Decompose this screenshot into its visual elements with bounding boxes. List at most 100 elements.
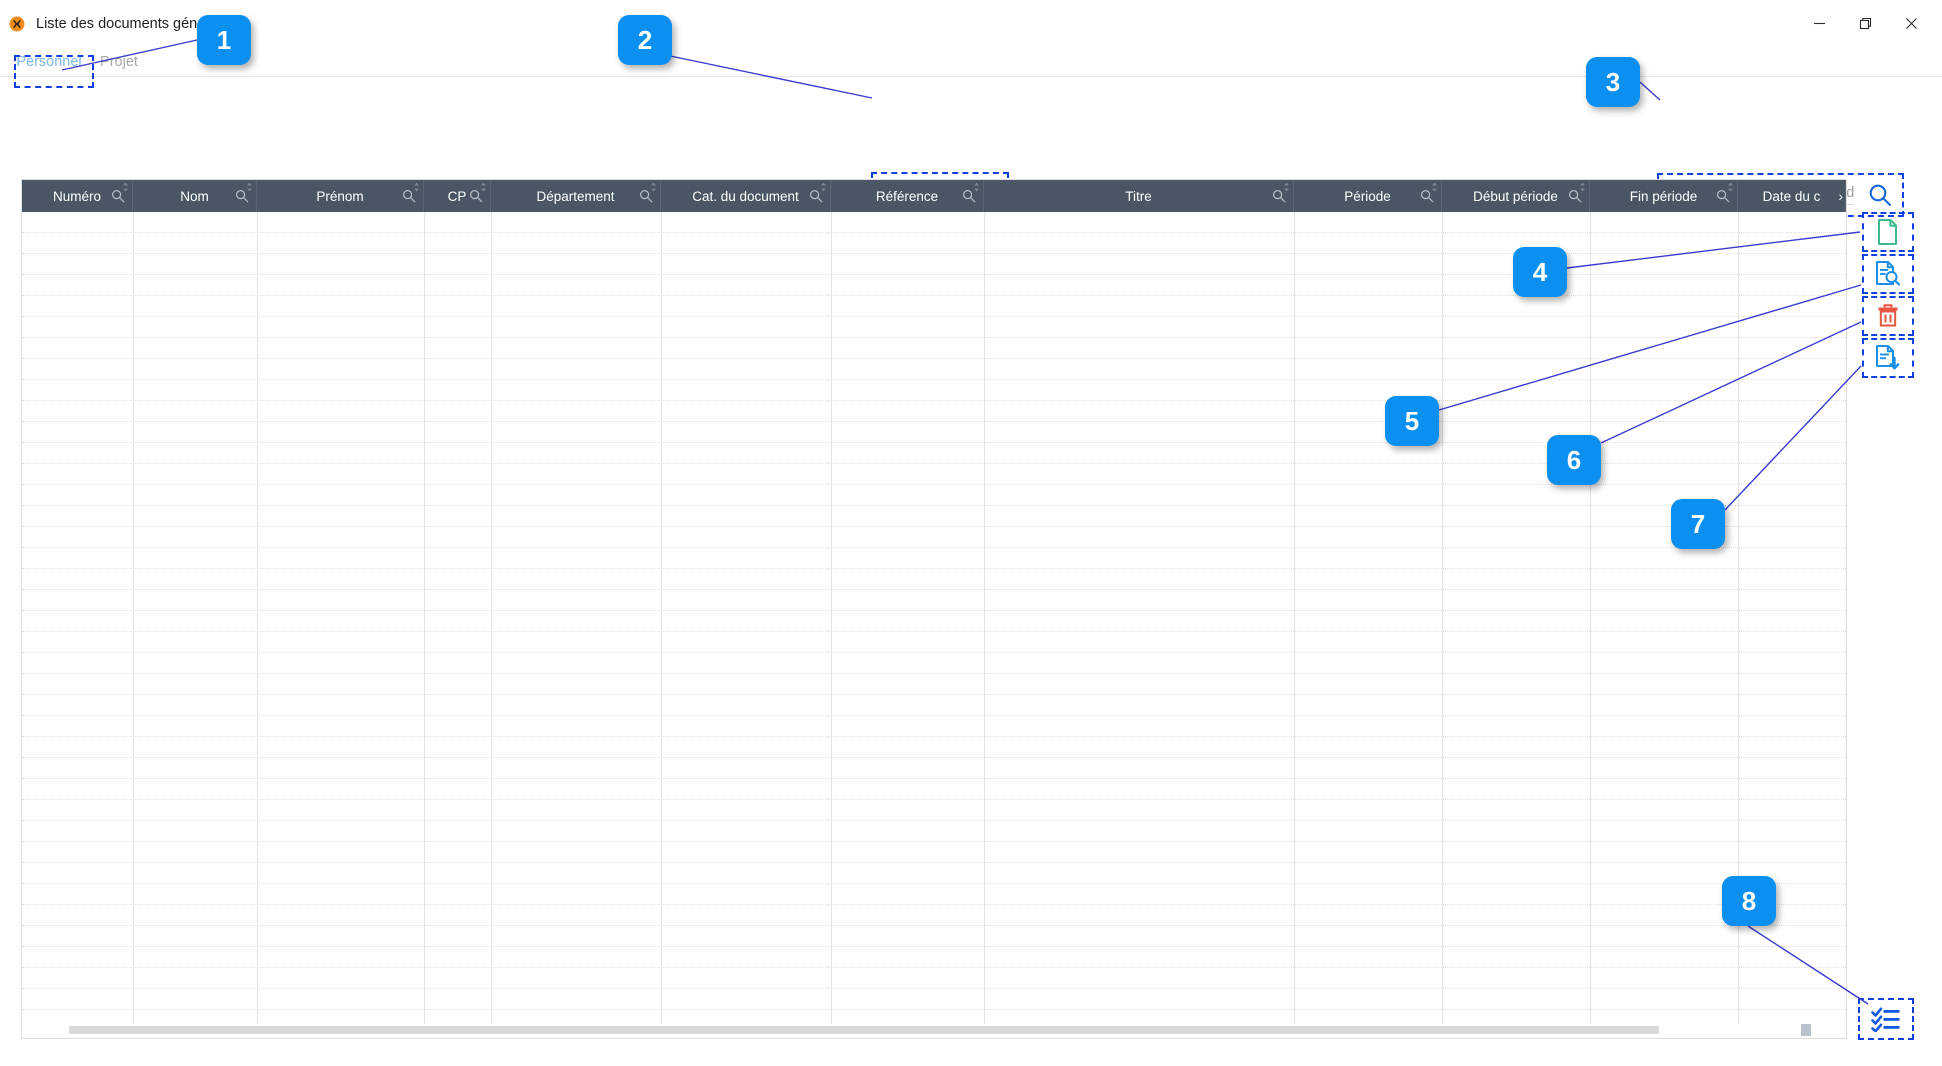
column-sort-icon[interactable] bbox=[1431, 182, 1438, 192]
grid-column-header[interactable]: CP bbox=[424, 180, 491, 212]
tab-projet-label: Projet bbox=[100, 54, 138, 70]
restore-icon[interactable] bbox=[1842, 4, 1888, 44]
callout-badge-number: 6 bbox=[1567, 445, 1581, 476]
window-controls bbox=[1796, 0, 1934, 47]
column-sort-icon[interactable] bbox=[820, 182, 827, 192]
column-sort-icon[interactable] bbox=[413, 182, 420, 192]
callout-badge-number: 7 bbox=[1691, 509, 1705, 540]
minimize-icon[interactable] bbox=[1796, 4, 1842, 44]
table-row[interactable] bbox=[22, 506, 1847, 527]
table-row[interactable] bbox=[22, 842, 1847, 863]
application-window: Liste des documents générés Personnel bbox=[0, 0, 1942, 1066]
tab-projet[interactable]: Projet bbox=[92, 47, 146, 77]
column-sort-icon[interactable] bbox=[122, 182, 129, 192]
preview-document-button[interactable] bbox=[1862, 254, 1914, 294]
grid-column-header-label: Prénom bbox=[316, 189, 363, 204]
preview-document-icon bbox=[1874, 260, 1902, 288]
checklist-icon bbox=[1871, 1006, 1901, 1032]
table-row[interactable] bbox=[22, 233, 1847, 254]
table-row[interactable] bbox=[22, 275, 1847, 296]
grid-column-header[interactable]: Prénom bbox=[257, 180, 424, 212]
table-row[interactable] bbox=[22, 758, 1847, 779]
table-row[interactable] bbox=[22, 527, 1847, 548]
grid-row-container bbox=[22, 212, 1847, 1026]
column-sort-icon[interactable] bbox=[1283, 182, 1290, 192]
grid-column-header[interactable]: Département bbox=[491, 180, 661, 212]
search-icon[interactable] bbox=[1866, 181, 1894, 209]
title-bar: Liste des documents générés bbox=[0, 0, 1942, 47]
grid-column-header[interactable]: Période bbox=[1294, 180, 1442, 212]
scroll-end-marker bbox=[1801, 1024, 1811, 1036]
table-row[interactable] bbox=[22, 338, 1847, 359]
table-row[interactable] bbox=[22, 779, 1847, 800]
grid-column-header[interactable]: Référence bbox=[831, 180, 984, 212]
table-row[interactable] bbox=[22, 380, 1847, 401]
table-row[interactable] bbox=[22, 863, 1847, 884]
callout-badge-5: 5 bbox=[1385, 396, 1439, 446]
table-row[interactable] bbox=[22, 884, 1847, 905]
table-row[interactable] bbox=[22, 296, 1847, 317]
table-row[interactable] bbox=[22, 212, 1847, 233]
grid-header-row: NuméroNom Prénom CPDépartementCat. du docu… bbox=[22, 180, 1847, 212]
callout-badge-1: 1 bbox=[197, 15, 251, 65]
download-document-button[interactable] bbox=[1862, 338, 1914, 378]
table-row[interactable] bbox=[22, 674, 1847, 695]
table-row[interactable] bbox=[22, 905, 1847, 926]
table-row[interactable] bbox=[22, 359, 1847, 380]
documents-grid: NuméroNom Prénom CPDépartementCat. du docu… bbox=[21, 179, 1847, 1039]
table-row[interactable] bbox=[22, 737, 1847, 758]
horizontal-scrollbar-thumb[interactable] bbox=[69, 1026, 1659, 1034]
column-sort-icon[interactable] bbox=[1579, 182, 1586, 192]
column-sort-icon[interactable] bbox=[973, 182, 980, 192]
column-sort-icon[interactable] bbox=[480, 182, 487, 192]
highlight-tab-personnel bbox=[14, 55, 94, 88]
table-row[interactable] bbox=[22, 653, 1847, 674]
table-row[interactable] bbox=[22, 632, 1847, 653]
callout-badge-number: 5 bbox=[1405, 406, 1419, 437]
table-row[interactable] bbox=[22, 548, 1847, 569]
tab-strip-divider bbox=[0, 76, 1942, 77]
column-sort-icon[interactable] bbox=[650, 182, 657, 192]
tab-strip: Personnel Projet bbox=[0, 47, 1942, 77]
delete-document-icon bbox=[1876, 303, 1900, 329]
grid-column-header-label: Date du c bbox=[1763, 189, 1821, 204]
close-icon[interactable] bbox=[1888, 4, 1934, 44]
table-row[interactable] bbox=[22, 695, 1847, 716]
grid-column-header[interactable]: Nom bbox=[133, 180, 257, 212]
table-row[interactable] bbox=[22, 947, 1847, 968]
grid-body[interactable] bbox=[22, 212, 1847, 1026]
grid-column-header[interactable]: Numéro bbox=[22, 180, 133, 212]
table-row[interactable] bbox=[22, 401, 1847, 422]
table-row[interactable] bbox=[22, 254, 1847, 275]
table-row[interactable] bbox=[22, 800, 1847, 821]
column-sort-icon[interactable] bbox=[1727, 182, 1734, 192]
table-row[interactable] bbox=[22, 317, 1847, 338]
table-row[interactable] bbox=[22, 716, 1847, 737]
app-icon bbox=[8, 15, 26, 33]
grid-column-header[interactable]: Date du c › bbox=[1738, 180, 1846, 212]
column-sort-icon[interactable] bbox=[246, 182, 253, 192]
table-row[interactable] bbox=[22, 926, 1847, 947]
table-row[interactable] bbox=[22, 485, 1847, 506]
filter-bar: Période Mois Mois Septembre Année 2022 D… bbox=[0, 78, 1942, 172]
callout-badge-number: 8 bbox=[1742, 886, 1756, 917]
grid-column-header[interactable]: Fin période bbox=[1590, 180, 1738, 212]
callout-badge-2: 2 bbox=[618, 15, 672, 65]
table-row[interactable] bbox=[22, 569, 1847, 590]
grid-column-header-label: Fin période bbox=[1630, 189, 1698, 204]
table-row[interactable] bbox=[22, 968, 1847, 989]
grid-column-header[interactable]: Début période bbox=[1442, 180, 1590, 212]
horizontal-scrollbar[interactable] bbox=[23, 1024, 1847, 1036]
table-row[interactable] bbox=[22, 590, 1847, 611]
grid-column-header[interactable]: Titre bbox=[984, 180, 1294, 212]
checklist-button[interactable] bbox=[1858, 998, 1914, 1040]
table-row[interactable] bbox=[22, 611, 1847, 632]
chevron-right-icon[interactable]: › bbox=[1838, 188, 1843, 204]
table-row[interactable] bbox=[22, 989, 1847, 1010]
callout-badge-7: 7 bbox=[1671, 499, 1725, 549]
callout-badge-number: 1 bbox=[217, 25, 231, 56]
delete-document-button[interactable] bbox=[1862, 296, 1914, 336]
new-document-button[interactable] bbox=[1862, 212, 1914, 252]
table-row[interactable] bbox=[22, 821, 1847, 842]
grid-column-header[interactable]: Cat. du document bbox=[661, 180, 831, 212]
